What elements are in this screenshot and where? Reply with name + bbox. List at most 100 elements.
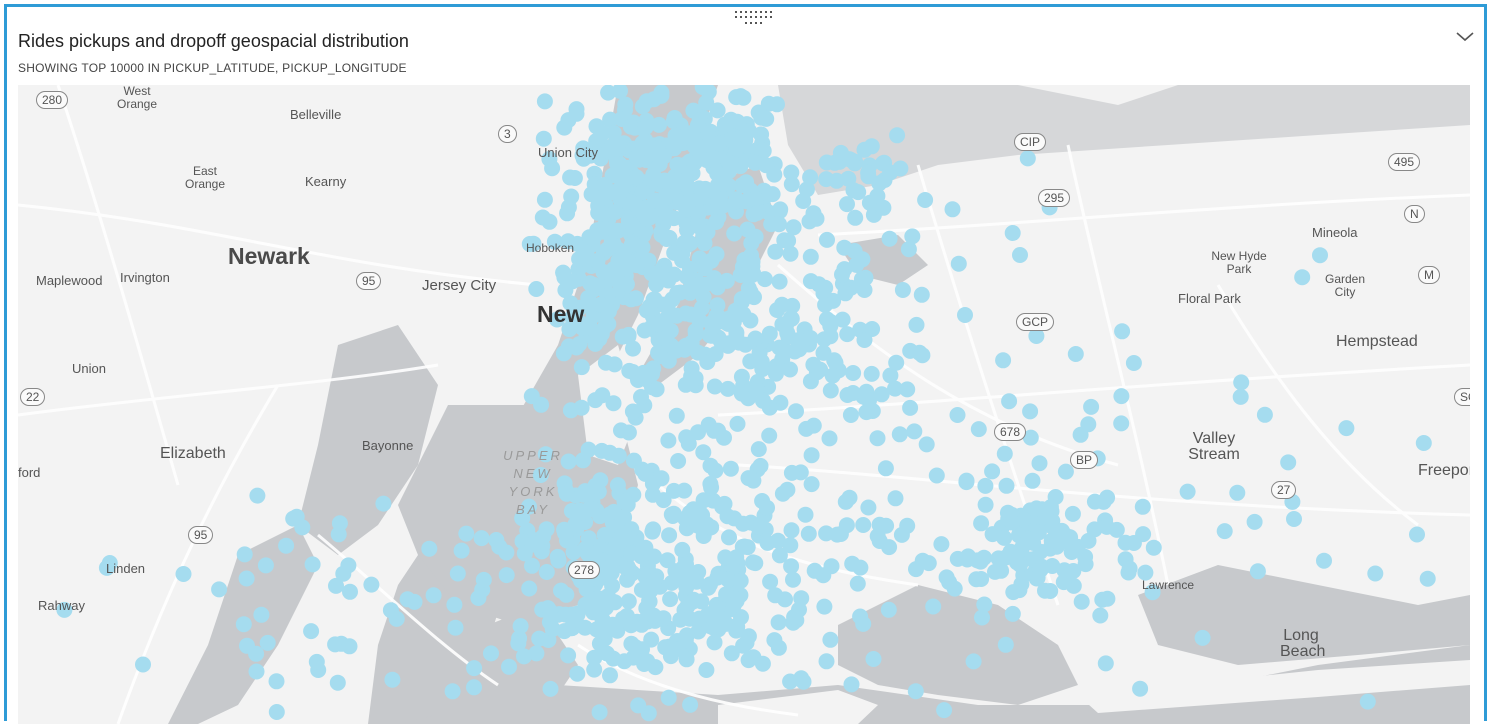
pickup-point [648,381,665,398]
pickup-point [637,119,654,136]
pickup-point [887,380,903,397]
route-shield-280: 280 [36,91,69,109]
pickup-point [881,539,898,556]
pickup-point [609,155,626,172]
pickup-point [535,528,552,545]
pickup-point [611,533,628,550]
pickup-point [949,550,966,567]
pickup-point [1419,570,1436,587]
pickup-point [733,385,750,402]
pickup-point [1280,454,1297,471]
pickup-point [818,653,835,670]
pickup-point [653,87,669,104]
pickup-point [1194,629,1211,646]
pickup-point [1028,500,1045,517]
pickup-point [957,307,973,323]
pickup-point [728,191,745,208]
city-label-kearny: Kearny [305,174,347,189]
pickup-point [1086,521,1103,538]
pickup-point [918,436,935,453]
city-label-hempstead: Hempstead [1336,333,1418,350]
pickup-point [733,291,750,307]
visual-title: Rides pickups and dropoff geospacial dis… [18,31,409,51]
pickup-point [783,558,800,575]
pickup-point [341,638,358,655]
pickup-point [1030,524,1047,541]
pickup-point [1256,406,1273,423]
pickup-point [747,190,764,207]
route-shield-bp: BP [1070,451,1099,469]
city-label-lawrence: Lawrence [1142,578,1195,592]
pickup-point [659,552,676,569]
pickup-point [755,392,771,409]
pickup-point [753,109,770,126]
route-shield-95-south: 95 [188,526,214,544]
pickup-point [573,359,590,376]
pickup-point [682,696,699,713]
pickup-point [1032,561,1049,578]
pickup-point [798,181,815,198]
pickup-point [678,429,695,446]
pickup-point [709,279,726,296]
pickup-point [911,344,928,361]
pickup-point [881,230,898,247]
pickup-point [877,460,894,477]
pickup-point [938,569,955,586]
pickup-point [650,344,667,361]
pickup-point [538,564,555,580]
pickup-point [917,192,934,208]
city-label-freeport: Freepor [1418,462,1470,479]
pickup-point [899,517,916,534]
pickup-point [747,555,764,572]
pickup-point [766,166,783,183]
pickup-point [1229,484,1246,501]
pickup-point [1037,582,1053,599]
pickup-point [623,617,640,634]
pickup-point [1246,513,1263,530]
pickup-point [716,116,733,133]
pickup-point [605,503,622,520]
route-shield-cip: CIP [1014,133,1047,151]
city-label-linden: Linden [106,561,146,576]
city-label-rahway: Rahway [38,598,85,613]
chevron-down-icon[interactable] [1454,25,1476,47]
pickup-point [1083,398,1100,415]
pickup-point [594,611,611,628]
pickup-point [761,427,778,444]
pickup-point [565,544,582,561]
pickup-point [1216,523,1233,540]
pickup-point [998,477,1015,494]
pickup-point [779,481,796,498]
pickup-point [331,515,348,532]
pickup-point [770,614,787,631]
pickup-point [340,557,357,574]
pickup-point [668,307,685,324]
pickup-point [586,661,603,678]
pickup-point [856,332,873,348]
pickup-point [253,606,270,623]
pickup-point [268,704,285,720]
pickup-point [995,352,1012,369]
pickup-point [660,432,677,449]
pickup-point [640,252,657,269]
pickup-point [607,204,624,220]
pickup-point [753,353,770,370]
pickup-point [817,279,834,296]
geospatial-map[interactable]: Newark Jersey City New Elizabeth Hempste… [18,85,1470,724]
pickup-point [473,530,490,547]
pickup-point [949,407,966,423]
pickup-point [542,680,559,697]
pickup-point [818,171,835,188]
pickup-point [257,557,274,574]
pickup-point [725,314,742,330]
drag-handle[interactable] [733,11,773,25]
pickup-point [670,453,687,469]
pickup-point [636,656,653,672]
pickup-point [249,487,266,504]
route-shield-gcp: GCP [1016,313,1055,331]
pickup-point [483,645,499,662]
route-shield-495: 495 [1388,153,1421,171]
pickup-point [674,541,691,558]
pickup-point [562,169,579,186]
pickup-point [544,620,561,637]
